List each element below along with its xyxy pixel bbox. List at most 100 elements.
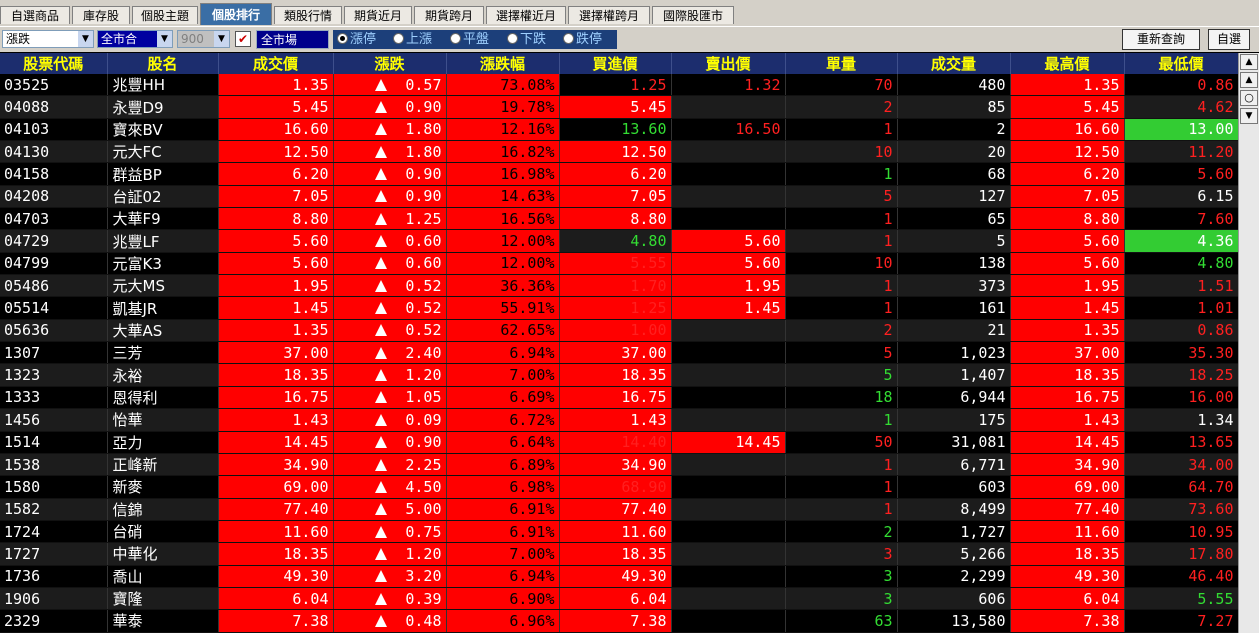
table-row[interactable]: 1724 台硝 11.60 0.75 6.91% 11.60 2 1,727 11.60 10.9…: [0, 520, 1238, 544]
total-volume-cell: 8,499: [897, 498, 1011, 521]
tab-3[interactable]: 個股主題: [132, 6, 198, 24]
change-percent-cell: 6.64%: [446, 431, 560, 454]
ask-price-cell: [671, 162, 786, 186]
radio-dot-icon[interactable]: [393, 33, 404, 44]
column-header[interactable]: 股名: [107, 53, 219, 74]
price-cell: 1.35: [218, 319, 334, 343]
radio-dot-icon[interactable]: [450, 33, 461, 44]
table-row[interactable]: 1736 喬山 49.30 3.20 6.94% 49.30 3 2,299 49.30 46.4…: [0, 565, 1238, 588]
tab-2[interactable]: 庫存股: [72, 6, 130, 24]
table-row[interactable]: 03525 兆豐HH 1.35 0.57 73.08% 1.25 1.32 70 480 1.35…: [0, 74, 1238, 97]
table-row[interactable]: 05486 元大MS 1.95 0.52 36.36% 1.70 1.95 1 373 1.95 1…: [0, 274, 1238, 298]
column-header[interactable]: 成交量: [897, 53, 1011, 74]
tab-5[interactable]: 類股行情: [274, 6, 342, 24]
table-row[interactable]: 1333 恩得利 16.75 1.05 6.69% 16.75 18 6,944 16.75 16…: [0, 386, 1238, 410]
tab-1[interactable]: 自選商品: [0, 6, 70, 24]
tab-10[interactable]: 國際股匯市: [652, 6, 734, 24]
column-header[interactable]: 漲跌: [333, 53, 447, 74]
bid-price-cell: 18.35: [559, 363, 672, 387]
radio-option-3[interactable]: 平盤: [450, 30, 489, 49]
table-row[interactable]: 2329 華泰 7.38 0.48 6.96% 7.38 63 13,580 7.38 7.27: [0, 609, 1238, 633]
column-header[interactable]: 單量: [785, 53, 898, 74]
table-row[interactable]: 1323 永裕 18.35 1.20 7.00% 18.35 5 1,407 18.35 18.2…: [0, 363, 1238, 387]
count-select-value: 900: [181, 32, 204, 46]
column-header[interactable]: 股票代碼: [0, 53, 108, 74]
high-price-cell: 18.35: [1010, 542, 1125, 566]
tab-4[interactable]: 個股排行: [200, 3, 272, 25]
ranking-table: 股票代碼 股名 成交價 漲跌 漲跌幅 買進價 賣出價 單量 成交量 最高價 最低價 03525 兆豐H…: [0, 53, 1238, 633]
table-row[interactable]: 1580 新麥 69.00 4.50 6.98% 68.90 1 603 69.00 64.70: [0, 475, 1238, 499]
vertical-scrollbar[interactable]: ▲ ▲ ○ ▼: [1238, 53, 1259, 633]
table-row[interactable]: 05636 大華AS 1.35 0.52 62.65% 1.00 2 21 1.35 0.86: [0, 319, 1238, 343]
table-row[interactable]: 1727 中華化 18.35 1.20 7.00% 18.35 3 5,266 18.35 17.…: [0, 542, 1238, 566]
radio-dot-icon[interactable]: [337, 33, 348, 44]
table-row[interactable]: 1456 怡華 1.43 0.09 6.72% 1.43 1 175 1.43 1.34: [0, 408, 1238, 432]
low-price-cell: 0.86: [1124, 319, 1238, 343]
market-select[interactable]: 全市合 ▼: [97, 30, 173, 48]
change-value: 0.90: [405, 187, 442, 206]
table-row[interactable]: 1906 寶隆 6.04 0.39 6.90% 6.04 3 606 6.04 5.55: [0, 587, 1238, 611]
high-price-cell: 11.60: [1010, 520, 1125, 544]
table-row[interactable]: 05514 凱基JR 1.45 0.52 55.91% 1.25 1.45 1 161 1.45 1…: [0, 296, 1238, 320]
table-row[interactable]: 1538 正峰新 34.90 2.25 6.89% 34.90 1 6,771 34.90 34.…: [0, 453, 1238, 477]
radio-option-1[interactable]: 漲停: [337, 30, 376, 49]
tab-6[interactable]: 期貨近月: [344, 6, 412, 24]
scroll-up-icon[interactable]: ▲: [1240, 54, 1258, 70]
total-volume-cell: 127: [897, 185, 1011, 209]
bid-price-cell: 77.40: [559, 498, 672, 521]
table-row[interactable]: 04799 元富K3 5.60 0.60 12.00% 5.55 5.60 10 138 5.60…: [0, 252, 1238, 276]
radio-dot-icon[interactable]: [507, 33, 518, 44]
column-header[interactable]: 最高價: [1010, 53, 1125, 74]
table-row[interactable]: 04088 永豐D9 5.45 0.90 19.78% 5.45 2 85 5.45 4.62: [0, 95, 1238, 119]
unit-volume-cell: 5: [785, 363, 898, 387]
change-value: 1.80: [405, 142, 442, 161]
table-row[interactable]: 1307 三芳 37.00 2.40 6.94% 37.00 5 1,023 37.00 35.3…: [0, 341, 1238, 365]
column-header[interactable]: 買進價: [559, 53, 672, 74]
sort-field-select[interactable]: 漲跌 ▼: [2, 30, 94, 48]
total-volume-cell: 480: [897, 74, 1011, 97]
scroll-down-page-icon[interactable]: ▼: [1240, 108, 1258, 124]
chevron-down-icon[interactable]: ▼: [157, 31, 172, 47]
table-row[interactable]: 04158 群益BP 6.20 0.90 16.98% 6.20 1 68 6.20 5.60: [0, 162, 1238, 186]
radio-dot-icon[interactable]: [563, 33, 574, 44]
stock-name-cell: 新麥: [107, 475, 219, 499]
tab-8[interactable]: 選擇權近月: [486, 6, 566, 24]
custom-button[interactable]: 自選: [1208, 29, 1250, 50]
scroll-up-page-icon[interactable]: ▲: [1240, 72, 1258, 88]
low-price-cell: 13.00: [1124, 118, 1238, 142]
high-price-cell: 16.60: [1010, 118, 1125, 142]
column-header[interactable]: 最低價: [1124, 53, 1238, 74]
radio-option-5[interactable]: 跌停: [563, 30, 602, 49]
stock-name-cell: 台硝: [107, 520, 219, 544]
table-row[interactable]: 04130 元大FC 12.50 1.80 16.82% 12.50 10 20 12.50 11…: [0, 140, 1238, 164]
table-row[interactable]: 1514 亞力 14.45 0.90 6.64% 14.40 14.45 50 31,081 14…: [0, 431, 1238, 454]
tab-7[interactable]: 期貨跨月: [414, 6, 484, 24]
column-header[interactable]: 漲跌幅: [446, 53, 560, 74]
chevron-down-icon[interactable]: ▼: [78, 31, 93, 47]
total-volume-cell: 85: [897, 95, 1011, 119]
low-price-cell: 64.70: [1124, 475, 1238, 499]
refresh-button[interactable]: 重新查詢: [1122, 29, 1200, 50]
price-cell: 18.35: [218, 363, 334, 387]
up-triangle-icon: [375, 547, 388, 560]
table-row[interactable]: 04208 台証02 7.05 0.90 14.63% 7.05 5 127 7.05 6.15: [0, 185, 1238, 209]
up-triangle-icon: [375, 257, 388, 270]
table-row[interactable]: 1582 信錦 77.40 5.00 6.91% 77.40 1 8,499 77.40 73.6…: [0, 498, 1238, 521]
scroll-thumb-icon[interactable]: ○: [1240, 90, 1258, 106]
unit-volume-cell: 1: [785, 274, 898, 298]
column-header[interactable]: 成交價: [218, 53, 334, 74]
table-row[interactable]: 04703 大華F9 8.80 1.25 16.56% 8.80 1 65 8.80 7.60: [0, 207, 1238, 231]
tab-9[interactable]: 選擇權跨月: [568, 6, 650, 24]
change-value: 1.20: [405, 544, 442, 563]
column-header[interactable]: 賣出價: [671, 53, 786, 74]
table-row[interactable]: 04103 寶來BV 16.60 1.80 12.16% 13.60 16.50 1 2 16.6…: [0, 118, 1238, 142]
radio-option-4[interactable]: 下跌: [507, 30, 546, 49]
unit-volume-cell: 10: [785, 252, 898, 276]
table-row[interactable]: 04729 兆豐LF 5.60 0.60 12.00% 4.80 5.60 1 5 5.60 4.3…: [0, 229, 1238, 253]
high-price-cell: 34.90: [1010, 453, 1125, 477]
filter-checkbox[interactable]: ✔: [235, 31, 251, 47]
bid-price-cell: 11.60: [559, 520, 672, 544]
change-value: 0.57: [405, 75, 442, 94]
radio-option-2[interactable]: 上漲: [393, 30, 432, 49]
change-value: 0.09: [405, 410, 442, 429]
